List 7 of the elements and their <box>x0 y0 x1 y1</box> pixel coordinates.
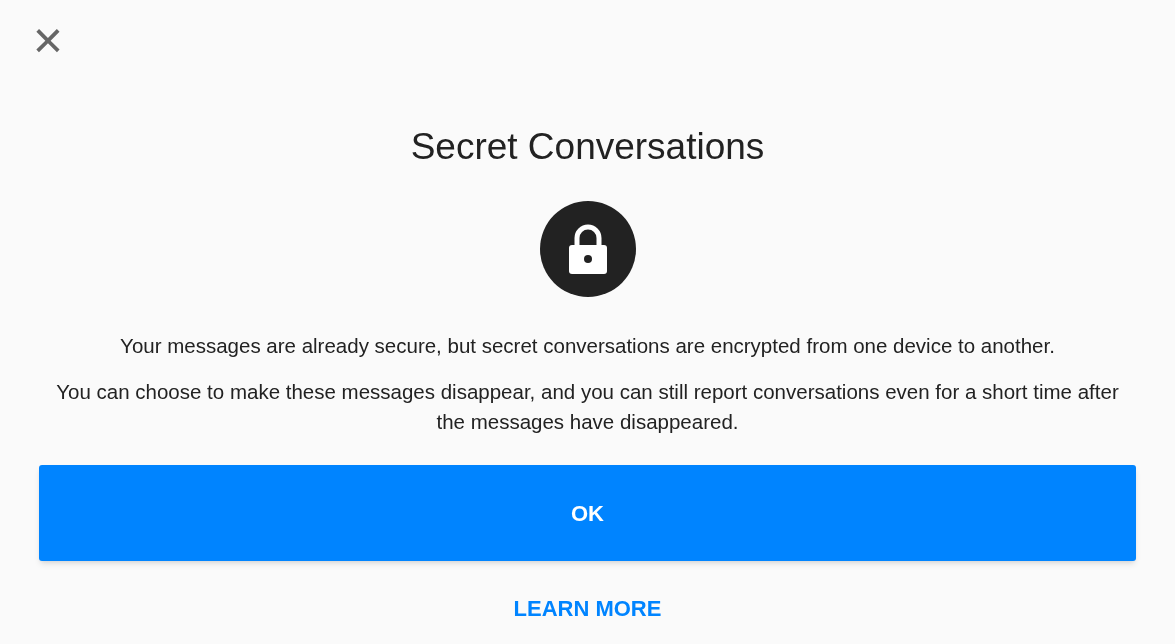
close-button[interactable]: × <box>30 20 66 60</box>
lock-icon <box>539 201 636 297</box>
learn-more-link[interactable]: LEARN MORE <box>513 595 662 623</box>
ok-button[interactable]: OK <box>39 465 1136 561</box>
dialog-title: Secret Conversations <box>410 125 765 169</box>
description-text: Your messages are already secure, but secret conversations are encrypted from one device to another. <box>119 333 1056 359</box>
description-text: You can choose to make these messages disappear, and you can still report conversations even for a short time after the messages have disappeared. <box>55 379 1120 435</box>
